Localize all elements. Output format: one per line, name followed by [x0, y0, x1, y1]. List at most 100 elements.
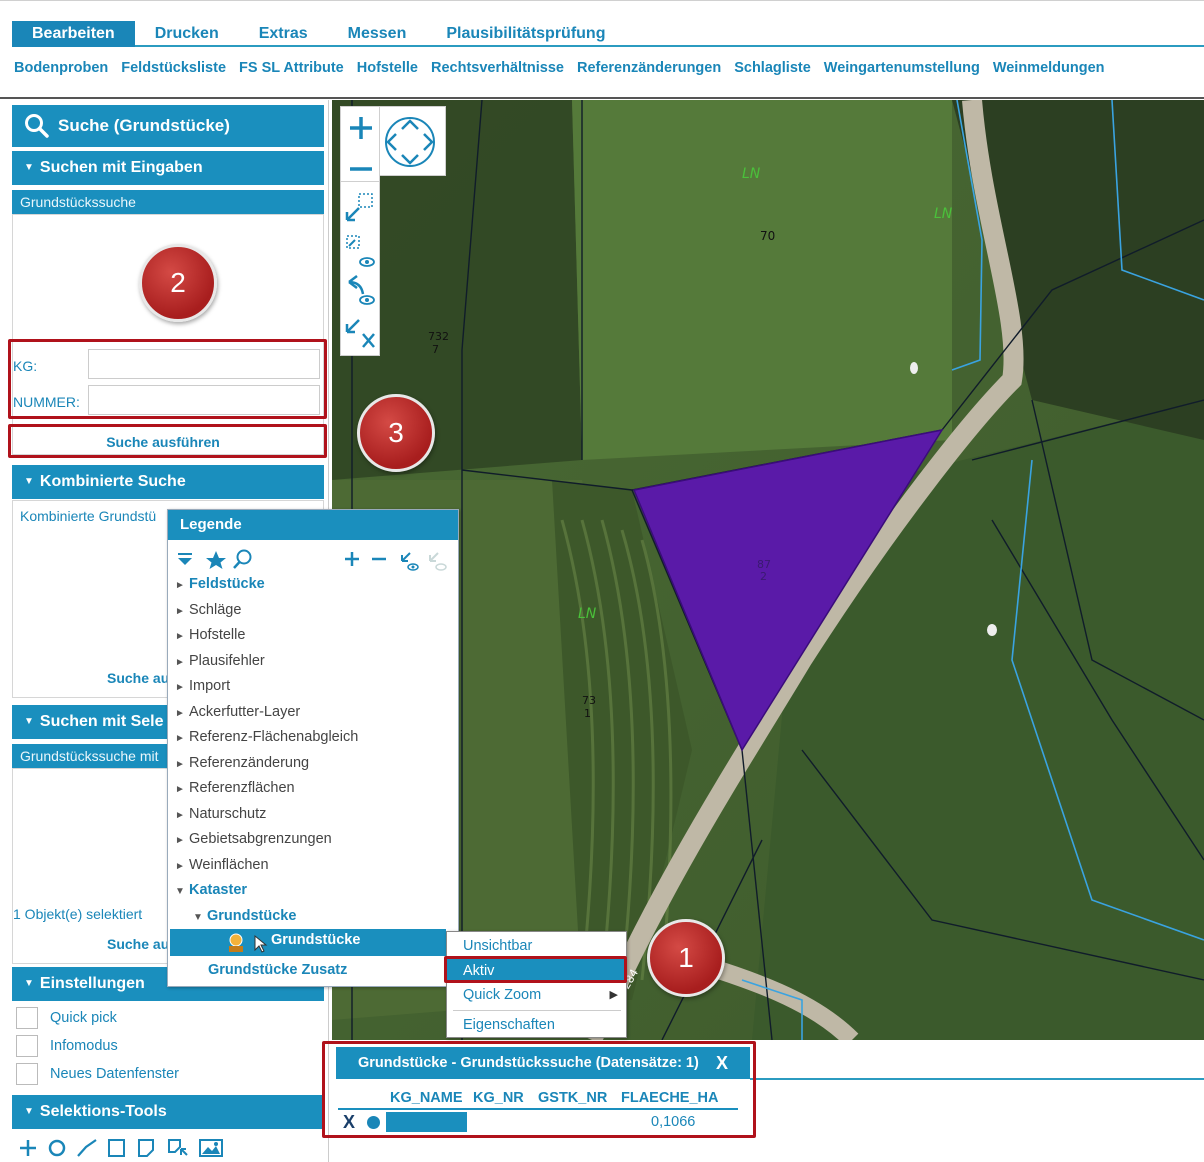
section-header-selection-tools[interactable]: ▼ Selektions-Tools — [12, 1095, 324, 1129]
filter-icon[interactable] — [178, 553, 192, 565]
expand-arrow-icon[interactable]: ► — [175, 727, 185, 751]
zoom-in-icon[interactable] — [350, 117, 372, 139]
line-select-icon[interactable] — [76, 1138, 98, 1158]
section-header-combined-search[interactable]: ▼ Kombinierte Suche — [12, 465, 324, 499]
section-header-input-search[interactable]: ▼ Suchen mit Eingaben — [12, 151, 324, 185]
expand-arrow-icon[interactable]: ► — [175, 574, 185, 598]
legend-item-label: Plausifehler — [189, 653, 265, 669]
option-infomodus[interactable]: Infomodus — [16, 1034, 118, 1058]
submenu-weingartenumstellung[interactable]: Weingartenumstellung — [824, 60, 980, 92]
option-neues-datenfenster[interactable]: Neues Datenfenster — [16, 1062, 179, 1086]
option-quick-pick[interactable]: Quick pick — [16, 1006, 117, 1030]
submenu-schlagliste[interactable]: Schlagliste — [734, 60, 811, 92]
context-menu-unsichtbar[interactable]: Unsichtbar — [447, 934, 626, 958]
submenu-fs-sl-attribute[interactable]: FS SL Attribute — [239, 60, 344, 92]
execute-search-button[interactable]: Suche ausführen — [7, 434, 319, 450]
legend-item-naturschutz[interactable]: ► Naturschutz — [175, 802, 266, 826]
search-icon[interactable] — [233, 549, 252, 569]
select-visible-icon[interactable] — [401, 552, 419, 571]
expand-arrow-icon[interactable]: ► — [175, 600, 185, 624]
aerial-map[interactable]: LN LN 70 732 7 LN 73 1 87 2 284 — [332, 100, 1204, 1040]
legend-item-grundstuecke-group[interactable]: ▼ Grundstücke — [193, 904, 296, 928]
polygon-select-icon[interactable] — [136, 1138, 158, 1158]
tab-messen[interactable]: Messen — [328, 21, 427, 47]
rectangle-select-icon[interactable] — [106, 1138, 128, 1158]
star-icon[interactable] — [206, 551, 226, 569]
legend-item-hofstelle[interactable]: ► Hofstelle — [175, 623, 245, 647]
expand-arrow-icon[interactable]: ► — [175, 651, 185, 675]
point-select-icon[interactable] — [18, 1138, 38, 1158]
collapse-arrow-icon[interactable]: ▼ — [193, 906, 203, 930]
column-header-kg-nr[interactable]: KG_NR — [473, 1090, 524, 1106]
submenu-feldstuecksliste[interactable]: Feldstücksliste — [121, 60, 226, 92]
tab-extras[interactable]: Extras — [239, 21, 328, 47]
undo-select-icon[interactable] — [348, 275, 375, 305]
submenu-weinmeldungen[interactable]: Weinmeldungen — [993, 60, 1105, 92]
submenu-bodenproben[interactable]: Bodenproben — [14, 60, 108, 92]
tab-drucken[interactable]: Drucken — [135, 21, 239, 47]
expand-arrow-icon[interactable]: ► — [175, 753, 185, 777]
tab-bearbeiten[interactable]: Bearbeiten — [12, 21, 135, 47]
legend-item-kataster[interactable]: ▼ Kataster — [175, 878, 247, 902]
expand-arrow-icon[interactable]: ► — [175, 829, 185, 853]
column-header-flaeche-ha[interactable]: FLAECHE_HA — [621, 1090, 718, 1106]
legend-item-plausifehler[interactable]: ► Plausifehler — [175, 649, 265, 673]
context-menu-quick-zoom[interactable]: Quick Zoom ▶ — [447, 983, 626, 1007]
rect-select-icon[interactable] — [345, 193, 373, 222]
add-layer-icon[interactable] — [345, 552, 359, 566]
zoom-to-row-icon[interactable] — [367, 1116, 380, 1129]
expand-arrow-icon[interactable]: ► — [175, 625, 185, 649]
collapse-arrow-icon[interactable]: ▼ — [175, 880, 185, 904]
expand-arrow-icon[interactable]: ► — [175, 702, 185, 726]
legend-item-ackerfutter-layer[interactable]: ► Ackerfutter-Layer — [175, 700, 300, 724]
map-view[interactable]: LN LN 70 732 7 LN 73 1 87 2 284 — [332, 100, 1204, 1040]
image-select-icon[interactable] — [198, 1138, 224, 1158]
kg-input[interactable] — [88, 349, 320, 379]
nummer-input[interactable] — [88, 385, 320, 415]
legend-window[interactable]: Legende ► Feldstücke ► Schläge ► Hofstelle … — [167, 509, 459, 987]
legend-item-schlaege[interactable]: ► Schläge — [175, 598, 241, 622]
result-window-title[interactable]: Grundstücke - Grundstückssuche (Datensät… — [336, 1047, 750, 1079]
polygon-cursor-select-icon[interactable] — [166, 1138, 190, 1158]
quick-pick-label: Quick pick — [50, 1010, 117, 1026]
clear-selection-icon[interactable] — [345, 319, 375, 348]
expand-arrow-icon[interactable]: ► — [175, 804, 185, 828]
context-menu-aktiv[interactable]: Aktiv — [447, 959, 626, 983]
legend-item-feldstuecke[interactable]: ► Feldstücke — [175, 572, 265, 596]
legend-item-import[interactable]: ► Import — [175, 674, 230, 698]
delete-row-button[interactable]: X — [343, 1112, 355, 1133]
pan-arrows-icon[interactable] — [380, 107, 446, 177]
submenu-rechtsverhaeltnisse[interactable]: Rechtsverhältnisse — [431, 60, 564, 92]
expand-arrow-icon[interactable]: ► — [175, 778, 185, 802]
legend-item-weinflaechen[interactable]: ► Weinflächen — [175, 853, 269, 877]
legend-title[interactable]: Legende — [168, 510, 458, 540]
context-menu-eigenschaften[interactable]: Eigenschaften — [447, 1013, 626, 1037]
legend-item-referenzaenderung[interactable]: ► Referenzänderung — [175, 751, 309, 775]
expand-arrow-icon[interactable]: ► — [175, 676, 185, 700]
selection-execute-button[interactable]: Suche au — [107, 936, 169, 952]
close-result-button[interactable]: X — [716, 1047, 742, 1079]
select-visible-icon[interactable] — [346, 235, 375, 267]
callout-badge-1: 1 — [647, 919, 725, 997]
legend-item-gebietsabgrenzungen[interactable]: ► Gebietsabgrenzungen — [175, 827, 332, 851]
selection-status: 1 Objekt(e) selektiert — [13, 906, 143, 922]
submenu-referenzaenderungen[interactable]: Referenzänderungen — [577, 60, 721, 92]
legend-item-label: Grundstücke Zusatz — [208, 962, 348, 978]
combined-execute-button[interactable]: Suche au — [107, 670, 169, 686]
circle-select-icon[interactable] — [46, 1138, 68, 1158]
neues-datenfenster-checkbox[interactable] — [16, 1063, 38, 1085]
legend-item-referenz-flaechenabgleich[interactable]: ► Referenz-Flächenabgleich — [175, 725, 358, 749]
expand-arrow-icon[interactable]: ► — [175, 855, 185, 879]
submenu-hofstelle[interactable]: Hofstelle — [357, 60, 418, 92]
column-header-gstk-nr[interactable]: GSTK_NR — [538, 1090, 607, 1106]
infomodus-checkbox[interactable] — [16, 1035, 38, 1057]
pan-control[interactable] — [380, 106, 446, 176]
legend-item-grundstuecke-zusatz[interactable]: Grundstücke Zusatz — [208, 958, 347, 982]
quick-pick-checkbox[interactable] — [16, 1007, 38, 1029]
result-divider — [750, 1078, 1204, 1080]
map-label-parcel-number: 2 — [760, 570, 767, 583]
section-header-label: Kombinierte Suche — [39, 473, 186, 490]
tab-plausibilitaetspruefung[interactable]: Plausibilitätsprüfung — [426, 21, 625, 47]
column-header-kg-name[interactable]: KG_NAME — [390, 1090, 463, 1106]
legend-item-referenzflaechen[interactable]: ► Referenzflächen — [175, 776, 295, 800]
